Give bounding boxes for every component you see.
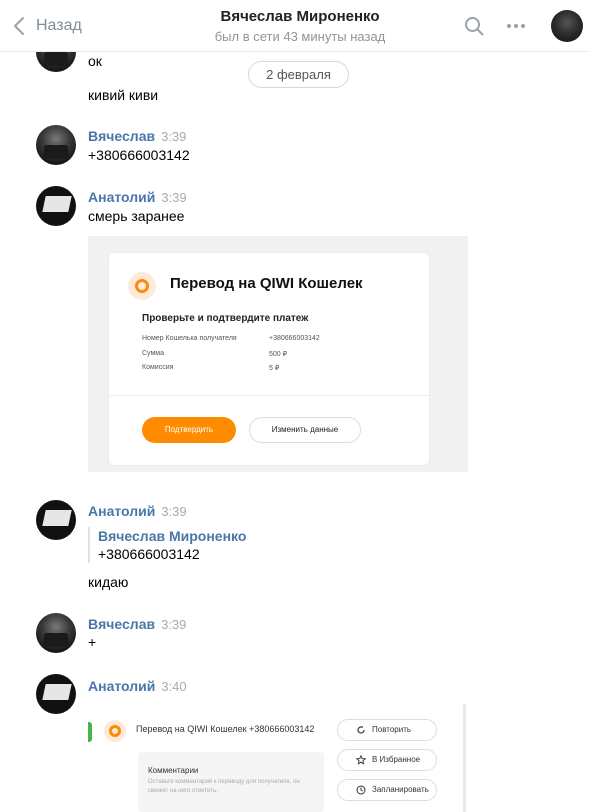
forwarded-bar [88, 527, 90, 563]
comment-box: Комментарии Оставьте комментарий к перев… [138, 752, 324, 812]
author-name[interactable]: Анатолий [88, 503, 155, 519]
qiwi-logo-icon [104, 720, 126, 742]
star-icon [356, 755, 366, 765]
message-time: 3:39 [161, 617, 187, 632]
author-name[interactable]: Вячеслав [88, 616, 155, 632]
message-text: + [88, 634, 97, 650]
message-time: 3:39 [161, 129, 187, 144]
avatar[interactable] [36, 125, 76, 165]
date-divider: 2 февраля [248, 61, 349, 88]
back-label: Назад [36, 17, 82, 34]
message-author[interactable]: Вячеслав 3:39 [88, 128, 186, 144]
message-time: 3:40 [161, 679, 187, 694]
chat-header: Назад Вячеслав Мироненко был в сети 43 м… [0, 0, 589, 52]
message-text: кивий киви [88, 87, 159, 103]
message-time: 3:39 [161, 190, 187, 205]
repeat-button: Повторить [337, 719, 437, 741]
forwarded-text: +380666003142 [98, 546, 200, 562]
change-data-button: Изменить данные [249, 417, 361, 443]
status-indicator [88, 722, 92, 742]
attached-image[interactable]: Перевод на QIWI Кошелек Проверьте и подт… [88, 236, 468, 472]
avatar[interactable] [36, 186, 76, 226]
repeat-label: Повторить [372, 725, 412, 734]
detail-value: +380666003142 [269, 335, 320, 342]
detail-value: 5 ₽ [269, 365, 280, 372]
comment-title: Комментарии [148, 766, 199, 775]
comment-hint: Оставьте комментарий к переводу для полу… [148, 779, 300, 794]
transfer-title: Перевод на QIWI Кошелек +380666003142 [136, 724, 315, 734]
chat-title: Вячеслав Мироненко [220, 8, 380, 25]
message-time: 3:39 [161, 504, 187, 519]
repeat-icon [357, 726, 365, 734]
avatar[interactable] [36, 500, 76, 540]
clock-icon [356, 785, 366, 795]
message-text: ок [88, 53, 102, 69]
last-seen-status: был в сети 43 минуты назад [214, 29, 386, 44]
message-text: кидаю [88, 574, 129, 590]
author-name[interactable]: Вячеслав [88, 128, 155, 144]
schedule-label: Запланировать [372, 785, 429, 794]
more-icon[interactable] [504, 14, 528, 38]
schedule-button: Запланировать [337, 779, 437, 801]
favorite-button: В Избранное [337, 749, 437, 771]
detail-label: Комиссия [142, 364, 174, 371]
forwarded-author[interactable]: Вячеслав Мироненко [98, 528, 246, 544]
message-author[interactable]: Анатолий 3:39 [88, 189, 187, 205]
card-title: Перевод на QIWI Кошелек [170, 275, 363, 292]
avatar[interactable] [36, 613, 76, 653]
divider [109, 395, 429, 396]
qiwi-logo-icon [128, 272, 156, 300]
search-icon[interactable] [462, 14, 486, 38]
qiwi-transfer-card: Перевод на QIWI Кошелек Проверьте и подт… [108, 252, 430, 466]
author-name[interactable]: Анатолий [88, 678, 155, 694]
attached-image[interactable]: Перевод на QIWI Кошелек +380666003142 По… [88, 704, 466, 812]
message-author[interactable]: Вячеслав 3:39 [88, 616, 186, 632]
detail-label: Номер Кошелька получателя [142, 335, 237, 342]
detail-value: 500 ₽ [269, 351, 288, 358]
chevron-left-icon [14, 17, 24, 35]
message-text: смерь заранее [88, 208, 185, 224]
message-author[interactable]: Анатолий 3:40 [88, 678, 187, 694]
card-subtitle: Проверьте и подтвердите платеж [142, 313, 309, 324]
confirm-button: Подтвердить [142, 417, 236, 443]
detail-label: Сумма [142, 350, 164, 357]
message-text: +380666003142 [88, 147, 190, 163]
avatar[interactable] [36, 674, 76, 714]
chat-title-block[interactable]: Вячеслав Мироненко был в сети 43 минуты … [150, 8, 450, 44]
message-author[interactable]: Анатолий 3:39 [88, 503, 187, 519]
favorite-label: В Избранное [372, 755, 421, 764]
author-name[interactable]: Анатолий [88, 189, 155, 205]
back-button[interactable]: Назад [8, 14, 82, 38]
avatar[interactable] [551, 10, 583, 42]
